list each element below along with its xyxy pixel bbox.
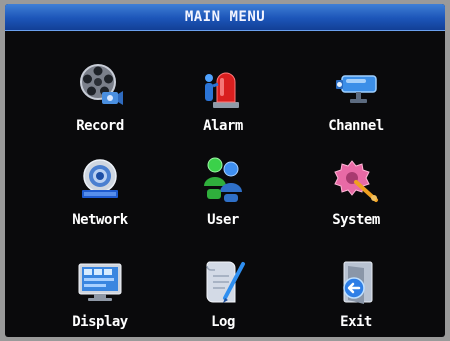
exit-arrow-icon	[343, 261, 373, 304]
menu-label-exit: Exit	[340, 314, 372, 330]
menu-item-exit[interactable]: Exit	[301, 258, 411, 337]
monitor-display-icon	[78, 263, 122, 301]
system-gear-icon	[334, 160, 378, 202]
page-title: MAIN MENU	[184, 9, 266, 25]
users-icon	[204, 157, 242, 202]
title-bar: MAIN MENU	[5, 4, 445, 31]
menu-item-log[interactable]: Log	[168, 258, 278, 337]
internet-globe-icon	[82, 159, 118, 198]
cctv-camera-icon	[336, 75, 377, 103]
menu-item-alarm[interactable]: Alarm	[168, 62, 278, 148]
menu-label-record: Record	[76, 118, 124, 134]
menu-label-alarm: Alarm	[203, 118, 243, 134]
menu-item-system[interactable]: System	[301, 156, 411, 242]
menu-label-log: Log	[211, 314, 235, 330]
film-reel-camera-icon	[80, 64, 123, 105]
menu-label-network: Network	[72, 212, 128, 228]
menu-label-user: User	[207, 212, 239, 228]
menu-item-channel[interactable]: Channel	[301, 62, 411, 148]
main-menu-screen: MAIN MENU Record Alarm Channel Network U…	[5, 4, 445, 337]
menu-label-system: System	[332, 212, 380, 228]
siren-person-icon	[205, 72, 239, 108]
menu-item-display[interactable]: Display	[45, 258, 155, 337]
menu-label-channel: Channel	[328, 118, 384, 134]
log-document-pen-icon	[206, 261, 245, 303]
menu-item-network[interactable]: Network	[45, 156, 155, 242]
menu-item-user[interactable]: User	[168, 156, 278, 242]
menu-item-record[interactable]: Record	[45, 62, 155, 148]
menu-label-display: Display	[72, 314, 128, 330]
